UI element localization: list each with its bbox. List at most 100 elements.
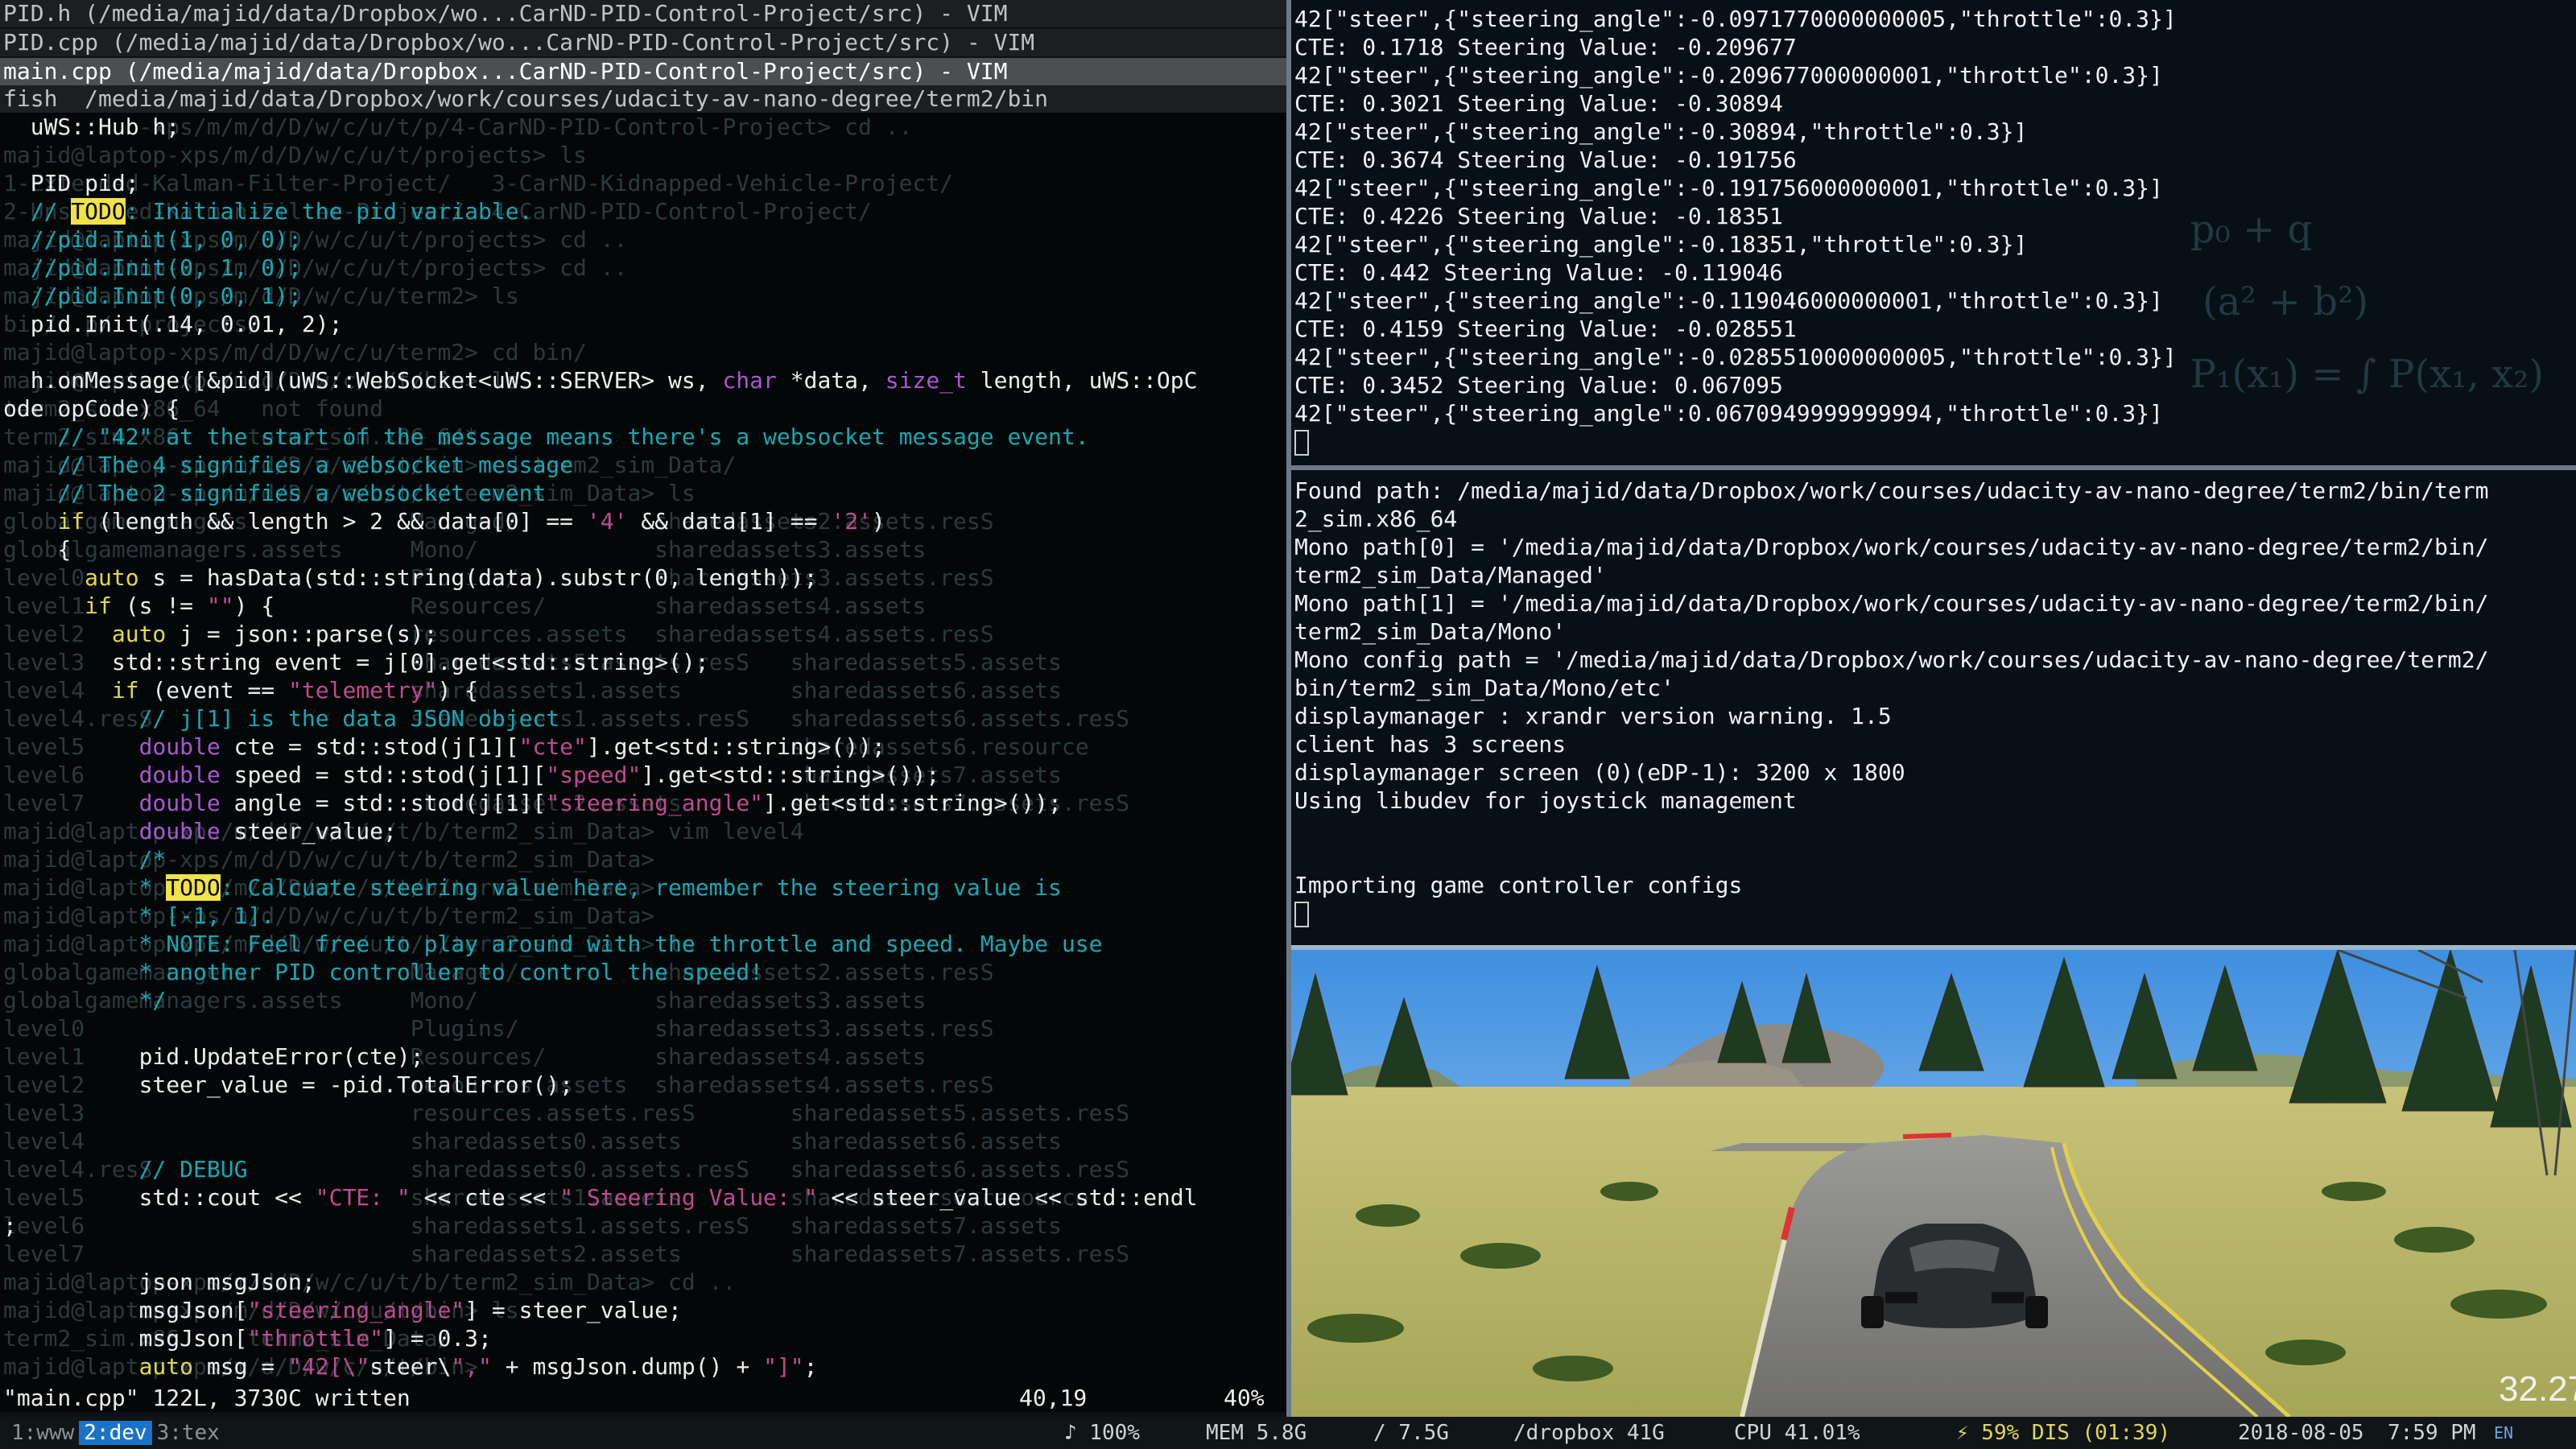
code-line[interactable]: * [-1, 1]. xyxy=(3,902,1198,930)
code-line[interactable]: /* xyxy=(3,845,1198,873)
code-line[interactable]: * another PID controller to control the … xyxy=(3,958,1198,986)
terminal-line: 42["steer",{"steering_angle":-0.02855100… xyxy=(1294,344,2177,370)
workspace-1-www[interactable]: 1:www xyxy=(6,1421,79,1445)
simulator-window[interactable]: 32.27 xyxy=(1291,950,2576,1417)
code-line[interactable]: double angle = std::stod(j[1]["steering_… xyxy=(3,789,1198,817)
terminal-line: CTE: 0.3021 Steering Value: -0.30894 xyxy=(1294,90,1783,117)
terminal-pid-output[interactable]: p₀ + q (a² + b²) P₁(x₁) = ∫ P(x₁, x₂) 42… xyxy=(1291,0,2576,465)
terminal-line: client has 3 screens xyxy=(1294,731,1567,758)
workspace-2-dev[interactable]: 2:dev xyxy=(79,1421,152,1445)
cpu-indicator: CPU 41.01% xyxy=(1734,1421,1860,1445)
battery-indicator: ⚡ 59% DIS (01:39) xyxy=(1956,1421,2171,1445)
code-line[interactable]: double speed = std::stod(j[1]["speed"].g… xyxy=(3,761,1198,789)
code-line[interactable]: // "42" at the start of the message mean… xyxy=(3,423,1198,451)
terminal-line: Mono path[0] = '/media/majid/data/Dropbo… xyxy=(1294,534,2489,560)
terminal-line: Using libudev for joystick management xyxy=(1294,787,1797,814)
vim-editor-pane[interactable]: -xps/m/m/d/D/w/c/u/t/p/4-CarND-PID-Contr… xyxy=(0,113,1286,1412)
code-line[interactable]: //pid.Init(0, 0, 1); xyxy=(3,282,1198,310)
terminal-line: term2_sim_Data/Managed' xyxy=(1294,562,1607,588)
code-line[interactable]: pid.Init(.14, 0.01, 2); xyxy=(3,310,1198,338)
terminal-line: CTE: 0.4159 Steering Value: -0.028551 xyxy=(1294,316,1797,342)
memory-indicator: MEM 5.8G xyxy=(1206,1421,1307,1445)
code-line[interactable]: auto s = hasData(std::string(data).subst… xyxy=(3,564,1198,592)
code-line[interactable] xyxy=(3,338,1198,366)
terminal-line: 42["steer",{"steering_angle":-0.20967700… xyxy=(1294,62,2163,89)
code-line[interactable]: //pid.Init(1, 0, 0); xyxy=(3,225,1198,254)
code-line[interactable]: // DEBUG xyxy=(3,1155,1198,1183)
vim-cursor-position: 40,19 xyxy=(1019,1385,1088,1411)
code-line[interactable]: if (s != "") { xyxy=(3,592,1198,620)
root-disk-indicator: / 7.5G xyxy=(1373,1421,1449,1445)
terminal-line: 42["steer",{"steering_angle":-0.11904600… xyxy=(1294,287,2163,314)
code-line[interactable]: json msgJson; xyxy=(3,1268,1198,1296)
vim-tab-pid-cpp[interactable]: PID.cpp (/media/majid/data/Dropbox/wo...… xyxy=(0,29,1286,56)
terminal-line: displaymanager screen (0)(eDP-1): 3200 x… xyxy=(1294,759,1905,786)
vim-tab-pid-h[interactable]: PID.h (/media/majid/data/Dropbox/wo...Ca… xyxy=(0,0,1286,27)
code-line[interactable]: */ xyxy=(3,986,1198,1014)
code-line[interactable]: // j[1] is the data JSON object xyxy=(3,704,1198,733)
terminal-line: CTE: 0.442 Steering Value: -0.119046 xyxy=(1294,259,1783,286)
code-line[interactable]: PID pid; xyxy=(3,169,1198,197)
terminal-log-text: Found path: /media/majid/data/Dropbox/wo… xyxy=(1294,477,2488,927)
code-line[interactable]: ode opCode) { xyxy=(3,394,1198,423)
terminal-line: CTE: 0.1718 Steering Value: -0.209677 xyxy=(1294,34,1797,60)
terminal-cursor[interactable] xyxy=(1294,899,2488,927)
vim-command-line: "main.cpp" 122L, 3730C written 40,19 40% xyxy=(0,1384,1286,1412)
code-line[interactable] xyxy=(3,141,1198,169)
terminal-line: CTE: 0.3674 Steering Value: -0.191756 xyxy=(1294,147,1797,173)
simulator-scene: 32.27 xyxy=(1291,950,2576,1417)
code-line[interactable]: std::cout << "CTE: " << cte << " Steerin… xyxy=(3,1183,1198,1212)
code-line[interactable] xyxy=(3,1240,1198,1268)
vim-scroll-percent: 40% xyxy=(1224,1385,1265,1411)
terminal-line: 2_sim.x86_64 xyxy=(1294,506,1458,532)
code-line[interactable]: if (length && length > 2 && data[0] == '… xyxy=(3,507,1198,535)
code-line[interactable]: steer_value = -pid.TotalError(); xyxy=(3,1071,1198,1099)
terminal-line: Mono config path = '/media/majid/data/Dr… xyxy=(1294,646,2489,673)
math-wallpaper: p₀ + q (a² + b²) P₁(x₁) = ∫ P(x₁, x₂) xyxy=(2190,207,2544,397)
dropbox-disk-indicator: /dropbox 41G xyxy=(1513,1421,1665,1445)
terminal-line: Mono path[1] = '/media/majid/data/Dropbo… xyxy=(1294,590,2489,617)
code-line[interactable]: //pid.Init(0, 1, 0); xyxy=(3,254,1198,282)
code-line[interactable]: * NOTE: Feel free to play around with th… xyxy=(3,930,1198,958)
code-line[interactable]: msgJson["steering_angle"] = steer_value; xyxy=(3,1296,1198,1324)
code-line[interactable]: h.onMessage([&pid](uWS::WebSocket<uWS::S… xyxy=(3,366,1198,394)
code-line[interactable]: std::string event = j[0].get<std::string… xyxy=(3,648,1198,676)
code-line[interactable] xyxy=(3,1099,1198,1127)
terminal-line: 42["steer",{"steering_angle":-0.19175600… xyxy=(1294,175,2163,201)
fish-terminal-tab[interactable]: fish /media/majid/data/Dropbox/work/cour… xyxy=(0,85,1286,113)
vim-tab-main-cpp[interactable]: main.cpp (/media/majid/data/Dropbox...Ca… xyxy=(0,58,1286,85)
code-line[interactable] xyxy=(3,1014,1198,1042)
code-line[interactable]: // The 4 signifies a websocket message xyxy=(3,451,1198,479)
terminal-line: term2_sim_Data/Mono' xyxy=(1294,618,1567,645)
code-line[interactable]: pid.UpdateError(cte); xyxy=(3,1042,1198,1071)
volume-indicator[interactable]: ♪ 100% xyxy=(1064,1417,1140,1449)
code-line[interactable]: if (event == "telemetry") { xyxy=(3,676,1198,704)
terminal-cursor[interactable] xyxy=(1294,427,2177,456)
code-line[interactable] xyxy=(3,1127,1198,1155)
system-status-bar: 1:www 2:dev 3:tex ♪ 100% MEM 5.8G / 7.5G /… xyxy=(0,1417,2576,1449)
code-line[interactable]: auto msg = "42[\"steer\"," + msgJson.dum… xyxy=(3,1352,1198,1381)
code-line[interactable]: double cte = std::stod(j[1]["cte"].get<s… xyxy=(3,733,1198,761)
code-line[interactable]: uWS::Hub h; xyxy=(3,113,1198,141)
terminal-simulator-log[interactable]: Found path: /media/majid/data/Dropbox/wo… xyxy=(1291,470,2576,945)
workspace-3-tex[interactable]: 3:tex xyxy=(152,1421,225,1445)
code-line[interactable]: // TODO: Initialize the pid variable. xyxy=(3,197,1198,225)
terminal-line: bin/term2_sim_Data/Mono/etc' xyxy=(1294,675,1675,701)
code-buffer[interactable]: uWS::Hub h; PID pid; // TODO: Initialize… xyxy=(3,113,1198,1381)
code-line[interactable]: { xyxy=(3,535,1198,564)
code-line[interactable]: auto j = json::parse(s); xyxy=(3,620,1198,648)
code-line[interactable]: double steer_value; xyxy=(3,817,1198,845)
code-line[interactable]: * TODO: Calcuate steering value here, re… xyxy=(3,873,1198,902)
clock-display: 7:59 PM xyxy=(2388,1421,2476,1445)
terminal-line: 42["steer",{"steering_angle":-0.09717700… xyxy=(1294,6,2177,32)
workspace-switcher[interactable]: 1:www 2:dev 3:tex xyxy=(6,1417,225,1449)
code-line[interactable]: // The 2 signifies a websocket event xyxy=(3,479,1198,507)
keyboard-layout-indicator[interactable]: EN xyxy=(2494,1417,2513,1449)
code-line[interactable]: msgJson["throttle"] = 0.3; xyxy=(3,1324,1198,1352)
terminal-line: Found path: /media/majid/data/Dropbox/wo… xyxy=(1294,477,2489,504)
terminal-line: 42["steer",{"steering_angle":-0.30894,"t… xyxy=(1294,118,2028,145)
code-line[interactable]: ; xyxy=(3,1212,1198,1240)
terminal-line: CTE: 0.3452 Steering Value: 0.067095 xyxy=(1294,372,1783,398)
